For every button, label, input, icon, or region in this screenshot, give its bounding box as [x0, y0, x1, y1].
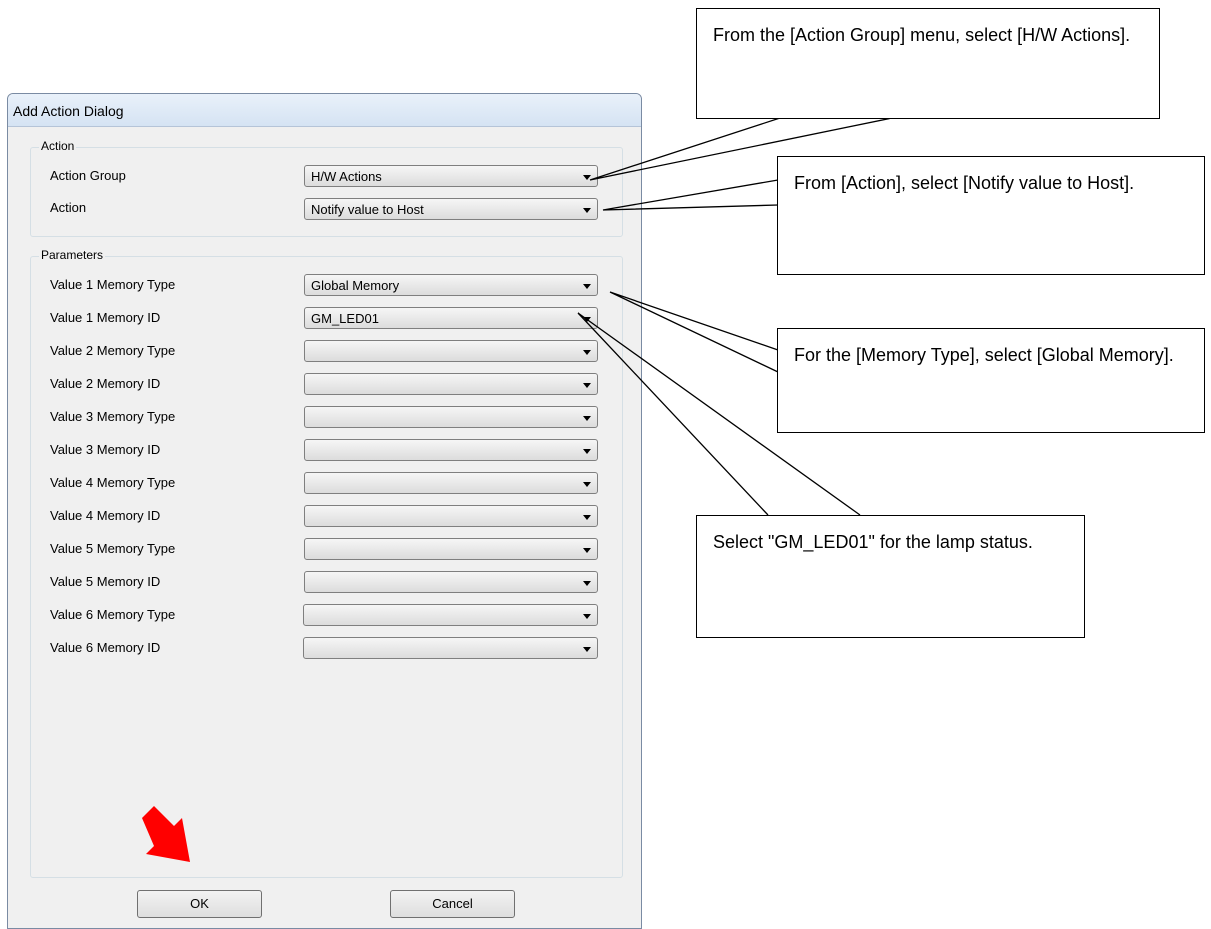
callout-text: For the [Memory Type], select [Global Me…	[794, 345, 1174, 365]
callout-text: Select "GM_LED01" for the lamp status.	[713, 532, 1033, 552]
callout-text: From the [Action Group] menu, select [H/…	[713, 25, 1131, 45]
callout-memory-type: For the [Memory Type], select [Global Me…	[777, 328, 1205, 433]
callout-leader-lines	[577, 117, 893, 516]
callout-memory-id: Select "GM_LED01" for the lamp status.	[696, 515, 1085, 638]
callout-text: From [Action], select [Notify value to H…	[794, 173, 1135, 193]
callout-action: From [Action], select [Notify value to H…	[777, 156, 1205, 275]
callout-action-group: From the [Action Group] menu, select [H/…	[696, 8, 1160, 119]
